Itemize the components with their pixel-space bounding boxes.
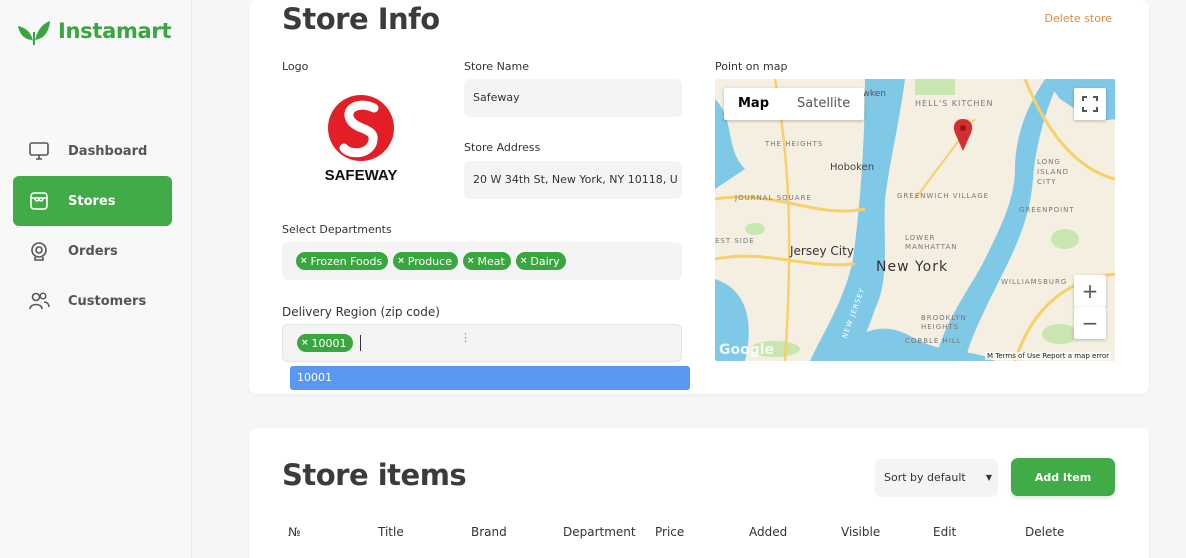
sidebar-item-customers[interactable]: Customers: [13, 276, 172, 326]
map-place-label: HELL'S KITCHEN: [915, 99, 994, 108]
sidebar-item-label: Customers: [68, 293, 147, 309]
map-canvas: [715, 79, 1115, 361]
logo-label: Logo: [282, 60, 309, 73]
map-place-label: JOURNAL SQUARE: [735, 194, 812, 202]
text-caret: [359, 335, 361, 351]
map-place-label: BROOKLYN HEIGHTS: [921, 314, 967, 331]
sidebar-item-orders[interactable]: Orders: [13, 226, 172, 276]
map-tab[interactable]: Map: [724, 88, 783, 120]
map-view[interactable]: awken HELL'S KITCHEN THE HEIGHTS Hoboken…: [715, 79, 1115, 361]
department-tag[interactable]: × Meat: [462, 252, 511, 270]
map-place-label: Hoboken: [830, 162, 875, 173]
department-tag[interactable]: × Produce: [393, 252, 458, 270]
map-place-label: WILLIAMSBURG: [1001, 278, 1068, 286]
column-header[interactable]: Added: [749, 525, 787, 539]
sidebar-item-stores[interactable]: Stores: [13, 176, 172, 226]
tag-label: Dairy: [530, 254, 560, 268]
add-item-button[interactable]: Add Item: [1011, 458, 1115, 496]
sidebar-item-label: Stores: [68, 193, 116, 209]
map-place-label: New York: [876, 259, 949, 275]
zip-suggestion-option[interactable]: 10001: [290, 366, 690, 390]
map-place-label: GREENPOINT: [1019, 206, 1075, 214]
departments-label: Select Departments: [282, 223, 392, 236]
tag-label: 10001: [311, 336, 347, 350]
sort-select[interactable]: Sort by default ▼: [875, 459, 998, 497]
column-header[interactable]: Price: [655, 525, 684, 539]
safeway-logo-icon: SAFEWAY: [325, 95, 398, 184]
tag-label: Produce: [407, 254, 452, 268]
delete-store-link[interactable]: Delete store: [1045, 12, 1112, 25]
store-logo[interactable]: SAFEWAY: [322, 94, 400, 186]
map-type-toggle: Map Satellite: [724, 88, 865, 120]
satellite-tab[interactable]: Satellite: [783, 88, 864, 120]
sort-select-value: Sort by default: [884, 471, 966, 484]
page-title: Store Info: [282, 2, 440, 36]
zip-tag[interactable]: × 10001: [297, 334, 353, 352]
department-tag[interactable]: × Frozen Foods: [296, 252, 389, 270]
google-logo: Google: [719, 342, 775, 358]
tag-label: Meat: [477, 254, 505, 268]
map-attribution[interactable]: M Terms of Use Report a map error: [984, 352, 1111, 360]
column-header[interactable]: Delete: [1025, 525, 1064, 539]
brand-name: Instamart: [58, 19, 172, 43]
users-icon: [29, 292, 50, 310]
column-header[interactable]: Visible: [841, 525, 880, 539]
remove-tag-icon[interactable]: ×: [301, 338, 309, 348]
map-place-label: Jersey City: [790, 244, 854, 258]
sidebar-item-dashboard[interactable]: Dashboard: [13, 126, 172, 176]
tag-label: Frozen Foods: [310, 254, 383, 268]
chevron-down-icon: ▼: [985, 473, 992, 482]
brand[interactable]: Instamart: [16, 16, 172, 46]
store-items-title: Store items: [282, 458, 467, 492]
map-place-label: LONG ISLAND CITY: [1037, 158, 1069, 186]
remove-tag-icon[interactable]: ×: [520, 256, 528, 266]
map-place-label: COBBLE HILL: [905, 337, 962, 345]
map-label: Point on map: [715, 60, 788, 73]
map-place-label: GREENWICH VILLAGE: [897, 192, 990, 200]
department-tag[interactable]: × Dairy: [515, 252, 566, 270]
fullscreen-button[interactable]: [1074, 88, 1106, 120]
delivery-region-label: Delivery Region (zip code): [282, 305, 440, 319]
monitor-icon: [29, 142, 49, 160]
sidebar: Instamart Dashboard Stores Orders Custom…: [0, 0, 192, 558]
leaf-logo-icon: [18, 21, 50, 45]
departments-select[interactable]: × Frozen Foods × Produce × Meat × Dairy: [282, 242, 682, 280]
zoom-out-button[interactable]: −: [1074, 307, 1106, 339]
column-header[interactable]: Department: [563, 525, 636, 539]
remove-tag-icon[interactable]: ×: [397, 256, 405, 266]
column-header[interactable]: №: [288, 525, 300, 539]
store-address-label: Store Address: [464, 141, 541, 154]
store-name-label: Store Name: [464, 60, 530, 73]
orders-icon: [31, 242, 47, 261]
store-info-card: Store Info Delete store Logo SAFEWAY Sto…: [249, 0, 1149, 394]
fullscreen-icon: [1082, 96, 1098, 112]
column-header[interactable]: Edit: [933, 525, 956, 539]
remove-tag-icon[interactable]: ×: [300, 256, 308, 266]
sidebar-item-label: Dashboard: [68, 143, 148, 159]
remove-tag-icon[interactable]: ×: [467, 256, 475, 266]
store-items-card: Store items Sort by default ▼ Add Item №…: [249, 428, 1149, 558]
column-header[interactable]: Brand: [471, 525, 507, 539]
sidebar-item-label: Orders: [68, 243, 118, 259]
map-place-label: THE HEIGHTS: [765, 140, 824, 148]
store-icon: [30, 192, 48, 210]
map-place-label: EST SIDE: [715, 237, 755, 245]
store-name-field[interactable]: Safeway: [464, 79, 682, 117]
zoom-in-button[interactable]: +: [1074, 275, 1106, 307]
drag-handle-icon: ⋮: [460, 331, 471, 344]
map-place-label: LOWER MANHATTAN: [905, 234, 958, 251]
store-address-field[interactable]: 20 W 34th St, New York, NY 10118, U: [464, 161, 682, 199]
zip-code-input[interactable]: × 10001 ⋮: [282, 324, 682, 362]
column-header[interactable]: Title: [378, 525, 404, 539]
logo-wordmark: SAFEWAY: [325, 167, 398, 184]
